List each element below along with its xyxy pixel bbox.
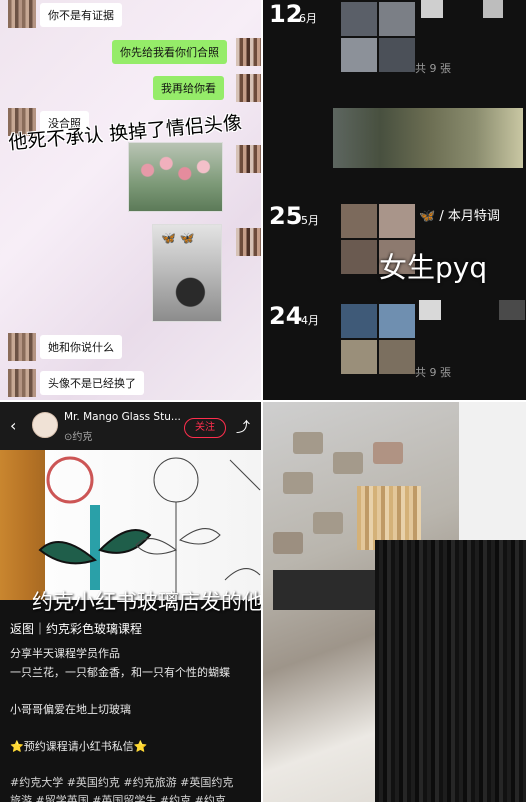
post-thumbnail-grid[interactable] (341, 304, 415, 374)
post-body-line: ⭐预约课程请小红书私信⭐ (10, 740, 148, 753)
tulip-photo-message[interactable] (128, 142, 223, 212)
floor-tile (313, 512, 343, 534)
hashtag-line[interactable]: 旅游 #留学英国 #英国留学生 #约克 #约克 (10, 792, 226, 802)
floor-tile (293, 432, 323, 454)
butterfly-icon: 🦋 🦋 (161, 231, 195, 245)
photo-count: 共 9 張 (415, 62, 451, 75)
floor-tile (333, 452, 363, 474)
floor-tile (373, 442, 403, 464)
post-day: 25 (269, 202, 303, 230)
message-bubble-incoming: 头像不是已经换了 (40, 371, 144, 395)
contact-avatar (8, 0, 36, 28)
blurred-text (483, 0, 503, 18)
overlay-caption: 女生pyq (379, 251, 488, 284)
post-month: 5月 (301, 214, 319, 227)
post-thumbnail-grid[interactable] (341, 2, 415, 72)
doormat (273, 570, 383, 610)
post-text: 🦋 / 本月特调 (419, 209, 500, 224)
post-day: 24 (269, 302, 303, 330)
floor-tile (283, 472, 313, 494)
message-bubble-outgoing: 我再给你看 (153, 76, 224, 100)
self-avatar (236, 145, 261, 173)
self-avatar (236, 228, 261, 256)
moments-screenshot-panel: 12 6月 共 9 張 25 5月 🦋 / 本月特调 女生pyq 24 4月 共… (263, 0, 526, 400)
blurred-text (499, 300, 525, 320)
post-title: 返图｜约克彩色玻璃课程 (10, 622, 143, 636)
post-body-line: 一只兰花，一只郁金香，和一只有个性的蝴蝶 (10, 666, 230, 679)
floor-tile (273, 532, 303, 554)
floor-photo-panel (263, 402, 526, 802)
chat-screenshot-panel: 你不是有证据 你先给我看你们合照 我再给你看 没合照 他死不承认 换掉了情侣头像… (0, 0, 261, 400)
share-icon[interactable]: ⤴ (236, 417, 250, 437)
post-month: 4月 (301, 314, 319, 327)
message-bubble-incoming: 她和你说什么 (40, 335, 122, 359)
contact-avatar (8, 369, 36, 397)
chevron-left-icon[interactable]: ‹ (10, 416, 16, 435)
post-body-line: 分享半天课程学员作品 (10, 647, 120, 660)
self-avatar (236, 74, 261, 102)
blurred-text (421, 0, 443, 18)
contact-avatar (8, 333, 36, 361)
rednote-screenshot-panel: ‹ Mr. Mango Glass Stu... ⊙约克 关注 ⤴ 约克小红书玻… (0, 402, 261, 802)
author-avatar[interactable] (32, 412, 58, 438)
post-body-line: 小哥哥偏爱在地上切玻璃 (10, 703, 131, 716)
follow-button[interactable]: 关注 (184, 418, 226, 438)
glass-studio-photo-message[interactable]: 🦋 🦋 (152, 224, 222, 322)
message-bubble-outgoing: 你先给我看你们合照 (112, 40, 227, 64)
pixelated-person (375, 540, 526, 802)
stained-glass-drawing (38, 456, 261, 600)
post-day: 12 (269, 0, 303, 28)
photo-count: 共 9 張 (415, 366, 451, 379)
post-header: ‹ Mr. Mango Glass Stu... ⊙约克 关注 ⤴ (0, 402, 261, 450)
post-month: 6月 (299, 12, 317, 25)
hashtag-line[interactable]: #约克大学 #英国约克 #约克旅游 #英国约克 (10, 774, 233, 790)
location-label: ⊙约克 (64, 432, 93, 443)
blurred-text (419, 300, 441, 320)
author-name[interactable]: Mr. Mango Glass Stu... (64, 411, 181, 423)
overlay-caption: 约克小红书玻璃店发的他 (32, 590, 261, 614)
blurred-post (333, 108, 523, 168)
self-avatar (236, 38, 261, 66)
divider-horizontal (0, 400, 526, 402)
message-bubble-incoming: 你不是有证据 (40, 3, 122, 27)
glass-flower-image[interactable] (0, 450, 261, 600)
